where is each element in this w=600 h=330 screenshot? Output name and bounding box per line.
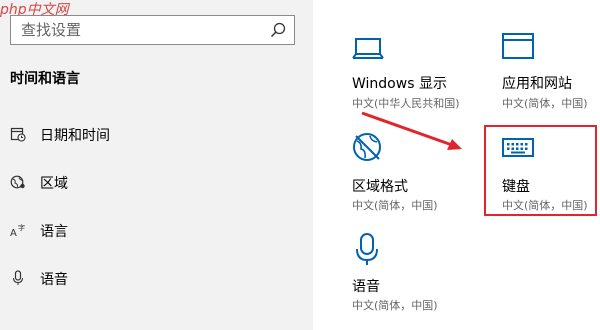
section-title: 时间和语言 [10, 71, 80, 87]
tile-subtitle: 中文(简体，中国) [352, 199, 438, 212]
date-time-icon [10, 127, 26, 142]
tile-region-format[interactable]: 区域格式 中文(简体，中国) [352, 132, 492, 222]
svg-text:A: A [10, 228, 17, 238]
laptop-icon [352, 38, 384, 59]
tile-subtitle: 中文(简体，中国) [352, 299, 438, 312]
sidebar-item-region[interactable]: 区域 [0, 163, 313, 203]
search-icon[interactable] [270, 22, 286, 38]
microphone-icon [12, 270, 24, 285]
sidebar-item-label: 语音 [40, 272, 68, 288]
microphone-icon [356, 233, 378, 265]
sidebar-item-label: 语言 [40, 224, 68, 240]
tile-windows-display[interactable]: Windows 显示 中文(中华人民共和国) [352, 33, 492, 123]
sidebar-item-date-time[interactable]: 日期和时间 [0, 115, 313, 155]
language-icon: A 字 [10, 223, 25, 238]
tile-title: 应用和网站 [502, 76, 572, 92]
sidebar-item-language[interactable]: A 字 语言 [0, 211, 313, 251]
sidebar-item-speech[interactable]: 语音 [0, 259, 313, 299]
search-input[interactable] [11, 16, 266, 44]
search-box[interactable] [10, 15, 295, 45]
svg-text:字: 字 [18, 223, 25, 232]
region-format-icon [353, 133, 381, 161]
highlight-box [484, 125, 597, 216]
region-icon [10, 175, 25, 189]
sidebar-item-label: 区域 [40, 176, 68, 192]
tile-speech[interactable]: 语音 中文(简体，中国) [352, 232, 492, 322]
browser-window-icon [502, 33, 534, 59]
tile-subtitle: 中文(中华人民共和国) [352, 97, 460, 110]
sidebar: php中文网 时间和语言 日期和时间 区域 A 字 语言 [0, 0, 313, 330]
tile-subtitle: 中文(简体，中国) [502, 97, 588, 110]
tile-title: 区域格式 [352, 179, 408, 195]
tile-apps-websites[interactable]: 应用和网站 中文(简体，中国) [502, 33, 600, 123]
tile-title: 语音 [352, 279, 380, 295]
sidebar-item-label: 日期和时间 [40, 128, 110, 144]
tile-title: Windows 显示 [352, 76, 447, 92]
